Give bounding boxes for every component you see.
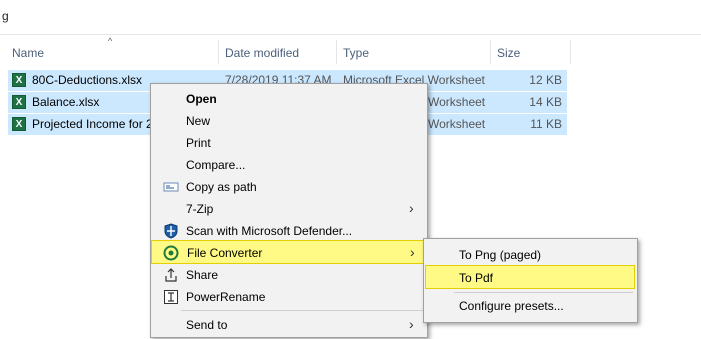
file-name: Balance.xlsx [32,95,100,109]
copy-path-icon [163,182,179,192]
address-bar[interactable]: g [0,0,701,35]
column-header-name[interactable]: Name [12,46,44,60]
menu-item-label: Configure presets... [459,299,564,313]
excel-file-icon: X [12,95,26,109]
file-size: 11 KB [530,117,562,131]
menu-item-label: Share [186,268,219,282]
file-size: 14 KB [529,95,562,109]
column-divider[interactable] [218,40,219,64]
menu-separator [454,292,633,293]
submenu-item-to-png[interactable]: To Png (paged) [426,244,635,266]
menu-item-label: New [186,114,211,128]
menu-item-label: Send to [186,318,228,332]
file-converter-submenu: To Png (paged) To Pdf Configure presets.… [423,238,638,323]
file-type: Worksheet [428,117,486,131]
menu-item-label: Copy as path [186,180,257,194]
address-path-text: g [2,9,9,23]
column-header-row: ^ Name Date modified Type Size [0,36,701,66]
powerrename-icon [164,290,178,304]
menu-item-label: Compare... [186,158,246,172]
menu-item-7zip[interactable]: 7-Zip › [153,198,425,220]
column-divider[interactable] [336,40,337,64]
menu-item-label: PowerRename [186,290,266,304]
submenu-item-configure-presets[interactable]: Configure presets... [426,295,635,317]
column-header-size[interactable]: Size [497,46,520,60]
menu-item-label: To Png (paged) [459,248,542,262]
file-type: Worksheet [428,95,486,109]
file-converter-icon [163,245,179,261]
menu-item-label: To Pdf [459,271,494,285]
menu-item-label: Scan with Microsoft Defender... [186,224,353,238]
file-name: 80C-Deductions.xlsx [32,73,143,87]
context-menu: Open New Print Compare... Copy as path 7… [150,83,428,338]
menu-item-compare[interactable]: Compare... [153,154,425,176]
file-size: 12 KB [529,73,562,87]
menu-item-file-converter[interactable]: File Converter › [151,240,424,264]
file-name: Projected Income for 2 [32,117,153,131]
menu-item-new[interactable]: New [153,110,425,132]
menu-item-label: 7-Zip [186,202,214,216]
share-icon [165,268,177,282]
column-header-type[interactable]: Type [343,46,369,60]
menu-item-copy-as-path[interactable]: Copy as path [153,176,425,198]
column-header-date[interactable]: Date modified [225,46,299,60]
excel-file-icon: X [12,117,26,131]
column-divider[interactable] [570,40,571,64]
chevron-right-icon: › [409,200,414,216]
menu-item-print[interactable]: Print [153,132,425,154]
chevron-right-icon: › [409,316,414,332]
menu-item-label: Open [186,92,217,106]
menu-separator [181,310,423,311]
menu-item-send-to[interactable]: Send to › [153,314,425,336]
menu-item-share[interactable]: Share [153,264,425,286]
menu-item-label: Print [186,136,211,150]
chevron-right-icon: › [410,244,415,260]
menu-item-open[interactable]: Open [153,88,425,110]
menu-item-label: File Converter [187,246,263,260]
menu-item-scan-defender[interactable]: Scan with Microsoft Defender... [153,220,425,242]
excel-file-icon: X [12,73,26,87]
menu-item-powerrename[interactable]: PowerRename [153,286,425,308]
column-divider[interactable] [490,40,491,64]
defender-shield-icon [164,223,178,239]
sort-ascending-icon: ^ [108,36,113,46]
submenu-item-to-pdf[interactable]: To Pdf [425,265,635,289]
